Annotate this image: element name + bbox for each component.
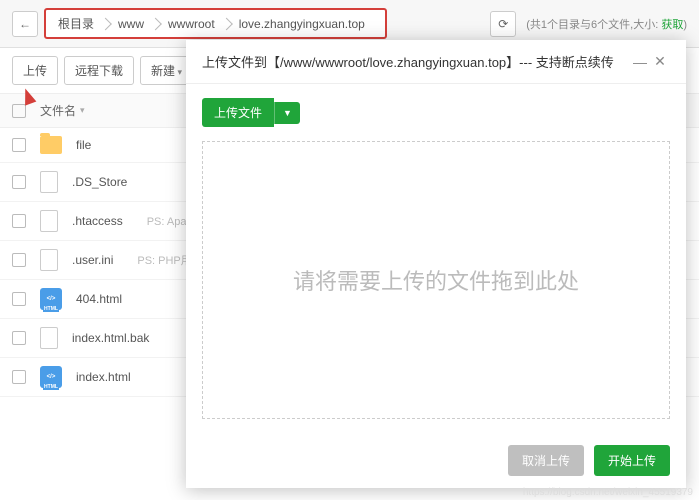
breadcrumb: 根目录 www wwwroot love.zhangyingxuan.top — [44, 8, 387, 39]
remote-download-button[interactable]: 远程下载 — [64, 56, 134, 85]
row-checkbox[interactable] — [12, 370, 26, 384]
get-size-link[interactable]: 获取 — [661, 19, 683, 31]
minimize-icon[interactable]: — — [630, 54, 650, 70]
cancel-upload-button[interactable]: 取消上传 — [508, 445, 584, 476]
row-checkbox[interactable] — [12, 175, 26, 189]
file-icon — [40, 210, 58, 232]
html-icon — [40, 366, 62, 388]
start-upload-button[interactable]: 开始上传 — [594, 445, 670, 476]
file-icon — [40, 171, 58, 193]
dropzone[interactable]: 请将需要上传的文件拖到此处 — [202, 141, 670, 419]
upload-modal: 上传文件到【/www/wwwroot/love.zhangyingxuan.to… — [186, 40, 686, 488]
row-checkbox[interactable] — [12, 292, 26, 306]
upload-dropdown-icon[interactable]: ▼ — [274, 102, 300, 124]
row-checkbox[interactable] — [12, 331, 26, 345]
crumb-www[interactable]: www — [110, 14, 160, 34]
crumb-wwwroot[interactable]: wwwroot — [160, 14, 231, 34]
choose-file-button[interactable]: 上传文件 — [202, 98, 274, 127]
row-checkbox[interactable] — [12, 214, 26, 228]
watermark: https://blog.csdn.net/weixin_45519379 — [523, 487, 693, 498]
row-checkbox[interactable] — [12, 138, 26, 152]
status-text: (共1个目录与6个文件,大小: 获取) — [526, 16, 687, 32]
select-all-checkbox[interactable] — [12, 104, 26, 118]
file-icon — [40, 249, 58, 271]
close-icon[interactable]: ✕ — [650, 53, 670, 70]
folder-icon — [40, 136, 62, 154]
file-icon — [40, 327, 58, 349]
modal-title: 上传文件到【/www/wwwroot/love.zhangyingxuan.to… — [202, 52, 630, 71]
back-button[interactable]: ← — [12, 11, 38, 37]
refresh-button[interactable]: ⟳ — [490, 11, 516, 37]
crumb-current[interactable]: love.zhangyingxuan.top — [231, 14, 381, 34]
html-icon — [40, 288, 62, 310]
upload-button[interactable]: 上传 — [12, 56, 58, 85]
row-checkbox[interactable] — [12, 253, 26, 267]
crumb-root[interactable]: 根目录 — [50, 12, 110, 35]
